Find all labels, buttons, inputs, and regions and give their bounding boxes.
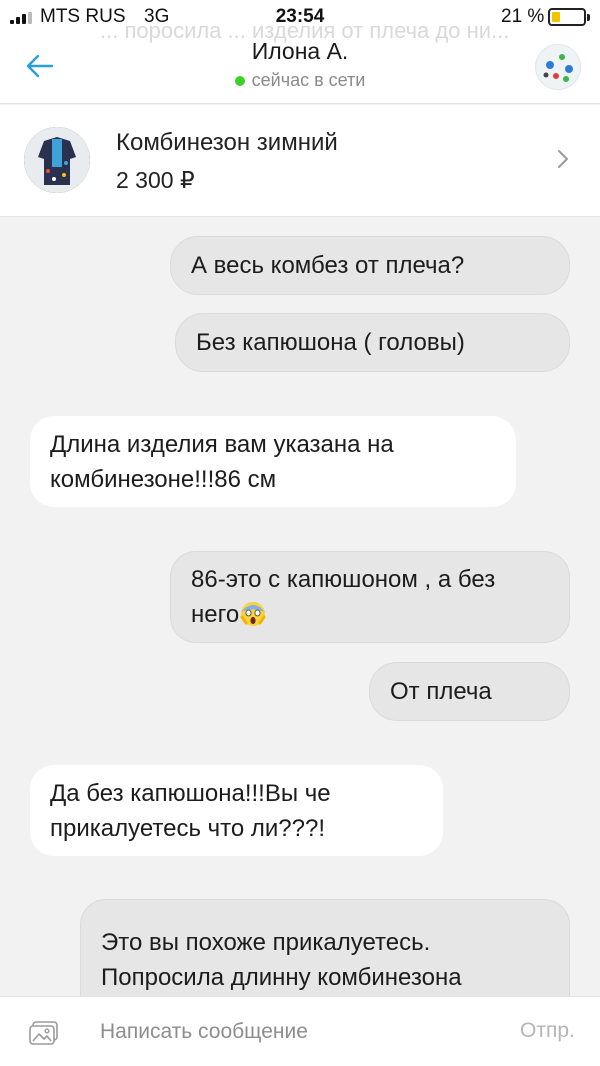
product-title: Комбинезон зимний (116, 129, 338, 156)
battery-icon (548, 8, 590, 26)
message-line: Длина изделия вам указана на (50, 430, 394, 458)
message-line: комбинезоне!!!86 см (50, 465, 277, 493)
contact-name[interactable]: Илона А. (0, 38, 600, 65)
message-outgoing[interactable]: 86-это с капюшоном , а без него (170, 551, 570, 643)
message-outgoing[interactable]: От плеча (369, 662, 570, 721)
message-text: Это вы похоже прикалуетесь. Попросила дл… (101, 925, 462, 995)
avatar-image (543, 54, 573, 82)
message-outgoing[interactable]: А весь комбез от плеча? (170, 236, 570, 295)
screaming-face-emoji-icon (240, 602, 266, 626)
message-outgoing[interactable]: Без капюшона ( головы) (175, 313, 570, 372)
message-line: Да без капюшона!!!Вы че (50, 779, 331, 807)
message-text: А весь комбез от плеча? (191, 252, 465, 279)
message-line: Попросила длинну комбинезона (101, 964, 462, 991)
message-text: Да без капюшона!!!Вы че прикалуетесь что… (50, 776, 331, 846)
message-line: Это вы похоже прикалуетесь. (101, 929, 431, 956)
message-line-text: него (191, 601, 240, 628)
product-price: 2 300 ₽ (116, 167, 195, 193)
product-thumbnail (24, 127, 90, 193)
product-image (24, 127, 90, 193)
message-line: него (191, 597, 495, 632)
message-line: прикалуетесь что ли???! (50, 814, 326, 842)
message-text: Без капюшона ( головы) (196, 329, 465, 356)
chat-header: ... поросила ... изделия от плеча до ни.… (0, 0, 600, 104)
message-text: 86-это с капюшоном , а без него (191, 562, 495, 632)
image-attach-icon (29, 1021, 58, 1045)
attach-photo-button[interactable] (28, 1019, 60, 1047)
message-composer: Отпр. (0, 996, 600, 1066)
online-status: сейчас в сети (0, 70, 600, 91)
battery-percent: 21 % (501, 6, 545, 27)
online-status-text: сейчас в сети (251, 70, 366, 90)
message-incoming[interactable]: Длина изделия вам указана на комбинезоне… (30, 416, 516, 507)
message-line: 86-это с капюшоном , а без (191, 566, 496, 593)
product-card[interactable]: Комбинезон зимний 2 300 ₽ (0, 105, 600, 217)
message-text: Длина изделия вам указана на комбинезоне… (50, 427, 394, 497)
online-dot-icon (234, 75, 245, 86)
message-text: От плеча (390, 678, 492, 705)
status-bar: MTS RUS 3G 23:54 21 % (0, 0, 600, 34)
message-incoming[interactable]: Да без капюшона!!!Вы че прикалуетесь что… (30, 765, 443, 856)
chevron-right-icon (558, 150, 568, 168)
send-button[interactable]: Отпр. (520, 1019, 575, 1043)
message-input[interactable] (100, 1015, 500, 1049)
avatar[interactable] (535, 44, 581, 90)
